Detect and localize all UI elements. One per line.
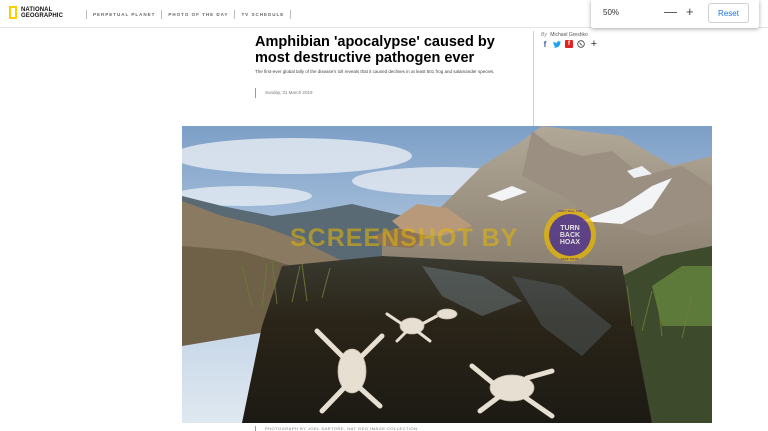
- nav-item-tv-schedule[interactable]: TV SCHEDULE: [241, 12, 284, 17]
- whatsapp-icon[interactable]: [577, 40, 585, 48]
- byline-prefix: By: [541, 32, 547, 38]
- nav-menu: PERPETUAL PLANET PHOTO OF THE DAY TV SCH…: [80, 10, 297, 19]
- zoom-in-button[interactable]: +: [686, 4, 694, 20]
- zoom-level-value: 50%: [603, 8, 620, 17]
- flipboard-icon[interactable]: f: [565, 40, 573, 48]
- badge-ring-top: DON'T FALL FOR: [557, 209, 583, 213]
- article-headline: Amphibian 'apocalypse' caused by most de…: [255, 34, 495, 66]
- nav-item-photo-of-the-day[interactable]: PHOTO OF THE DAY: [168, 12, 228, 17]
- zoom-out-button[interactable]: —: [664, 4, 677, 20]
- article-dek: The first-ever global tally of the disea…: [255, 69, 495, 74]
- turnbackhoax-badge-icon: TURN BACK HOAX DON'T FALL FOR FAKE STUFF: [544, 209, 596, 261]
- hero-photo: SCREENSHOT BY TURN BACK HOAX DON'T FALL …: [182, 126, 712, 423]
- logo-line-2: GEOGRAPHIC: [21, 12, 64, 19]
- nav-divider: [234, 10, 236, 19]
- share-bar: f f +: [541, 38, 603, 50]
- natgeo-logo[interactable]: NATIONAL GEOGRAPHIC: [9, 6, 63, 19]
- twitter-icon[interactable]: [553, 40, 561, 48]
- badge-line-1: TURN: [560, 224, 580, 232]
- facebook-icon[interactable]: f: [541, 40, 549, 49]
- yellow-border-icon: [9, 6, 17, 19]
- badge-ring-bottom: FAKE STUFF: [560, 257, 580, 261]
- photo-credit: PHOTOGRAPH BY JOEL SARTORE, NAT GEO IMAG…: [255, 426, 418, 431]
- more-share-icon[interactable]: +: [589, 38, 599, 50]
- byline: By Michael Greshko: [541, 32, 588, 38]
- badge-line-2: BACK: [559, 231, 581, 239]
- zoom-popup: 50% — + Reset: [591, 0, 759, 28]
- zoom-reset-button[interactable]: Reset: [708, 3, 749, 23]
- badge-line-3: HOAX: [559, 238, 581, 246]
- nav-divider: [161, 10, 163, 19]
- logo-wordmark: NATIONAL GEOGRAPHIC: [21, 7, 63, 19]
- column-divider: [533, 31, 534, 128]
- nav-divider: [290, 10, 292, 19]
- watermark-text: SCREENSHOT BY: [290, 224, 519, 252]
- nav-item-perpetual-planet[interactable]: PERPETUAL PLANET: [93, 12, 155, 17]
- nav-divider: [86, 10, 87, 19]
- author-name[interactable]: Michael Greshko: [550, 32, 588, 38]
- article-date: Sunday, 31 March 2019: [255, 88, 312, 98]
